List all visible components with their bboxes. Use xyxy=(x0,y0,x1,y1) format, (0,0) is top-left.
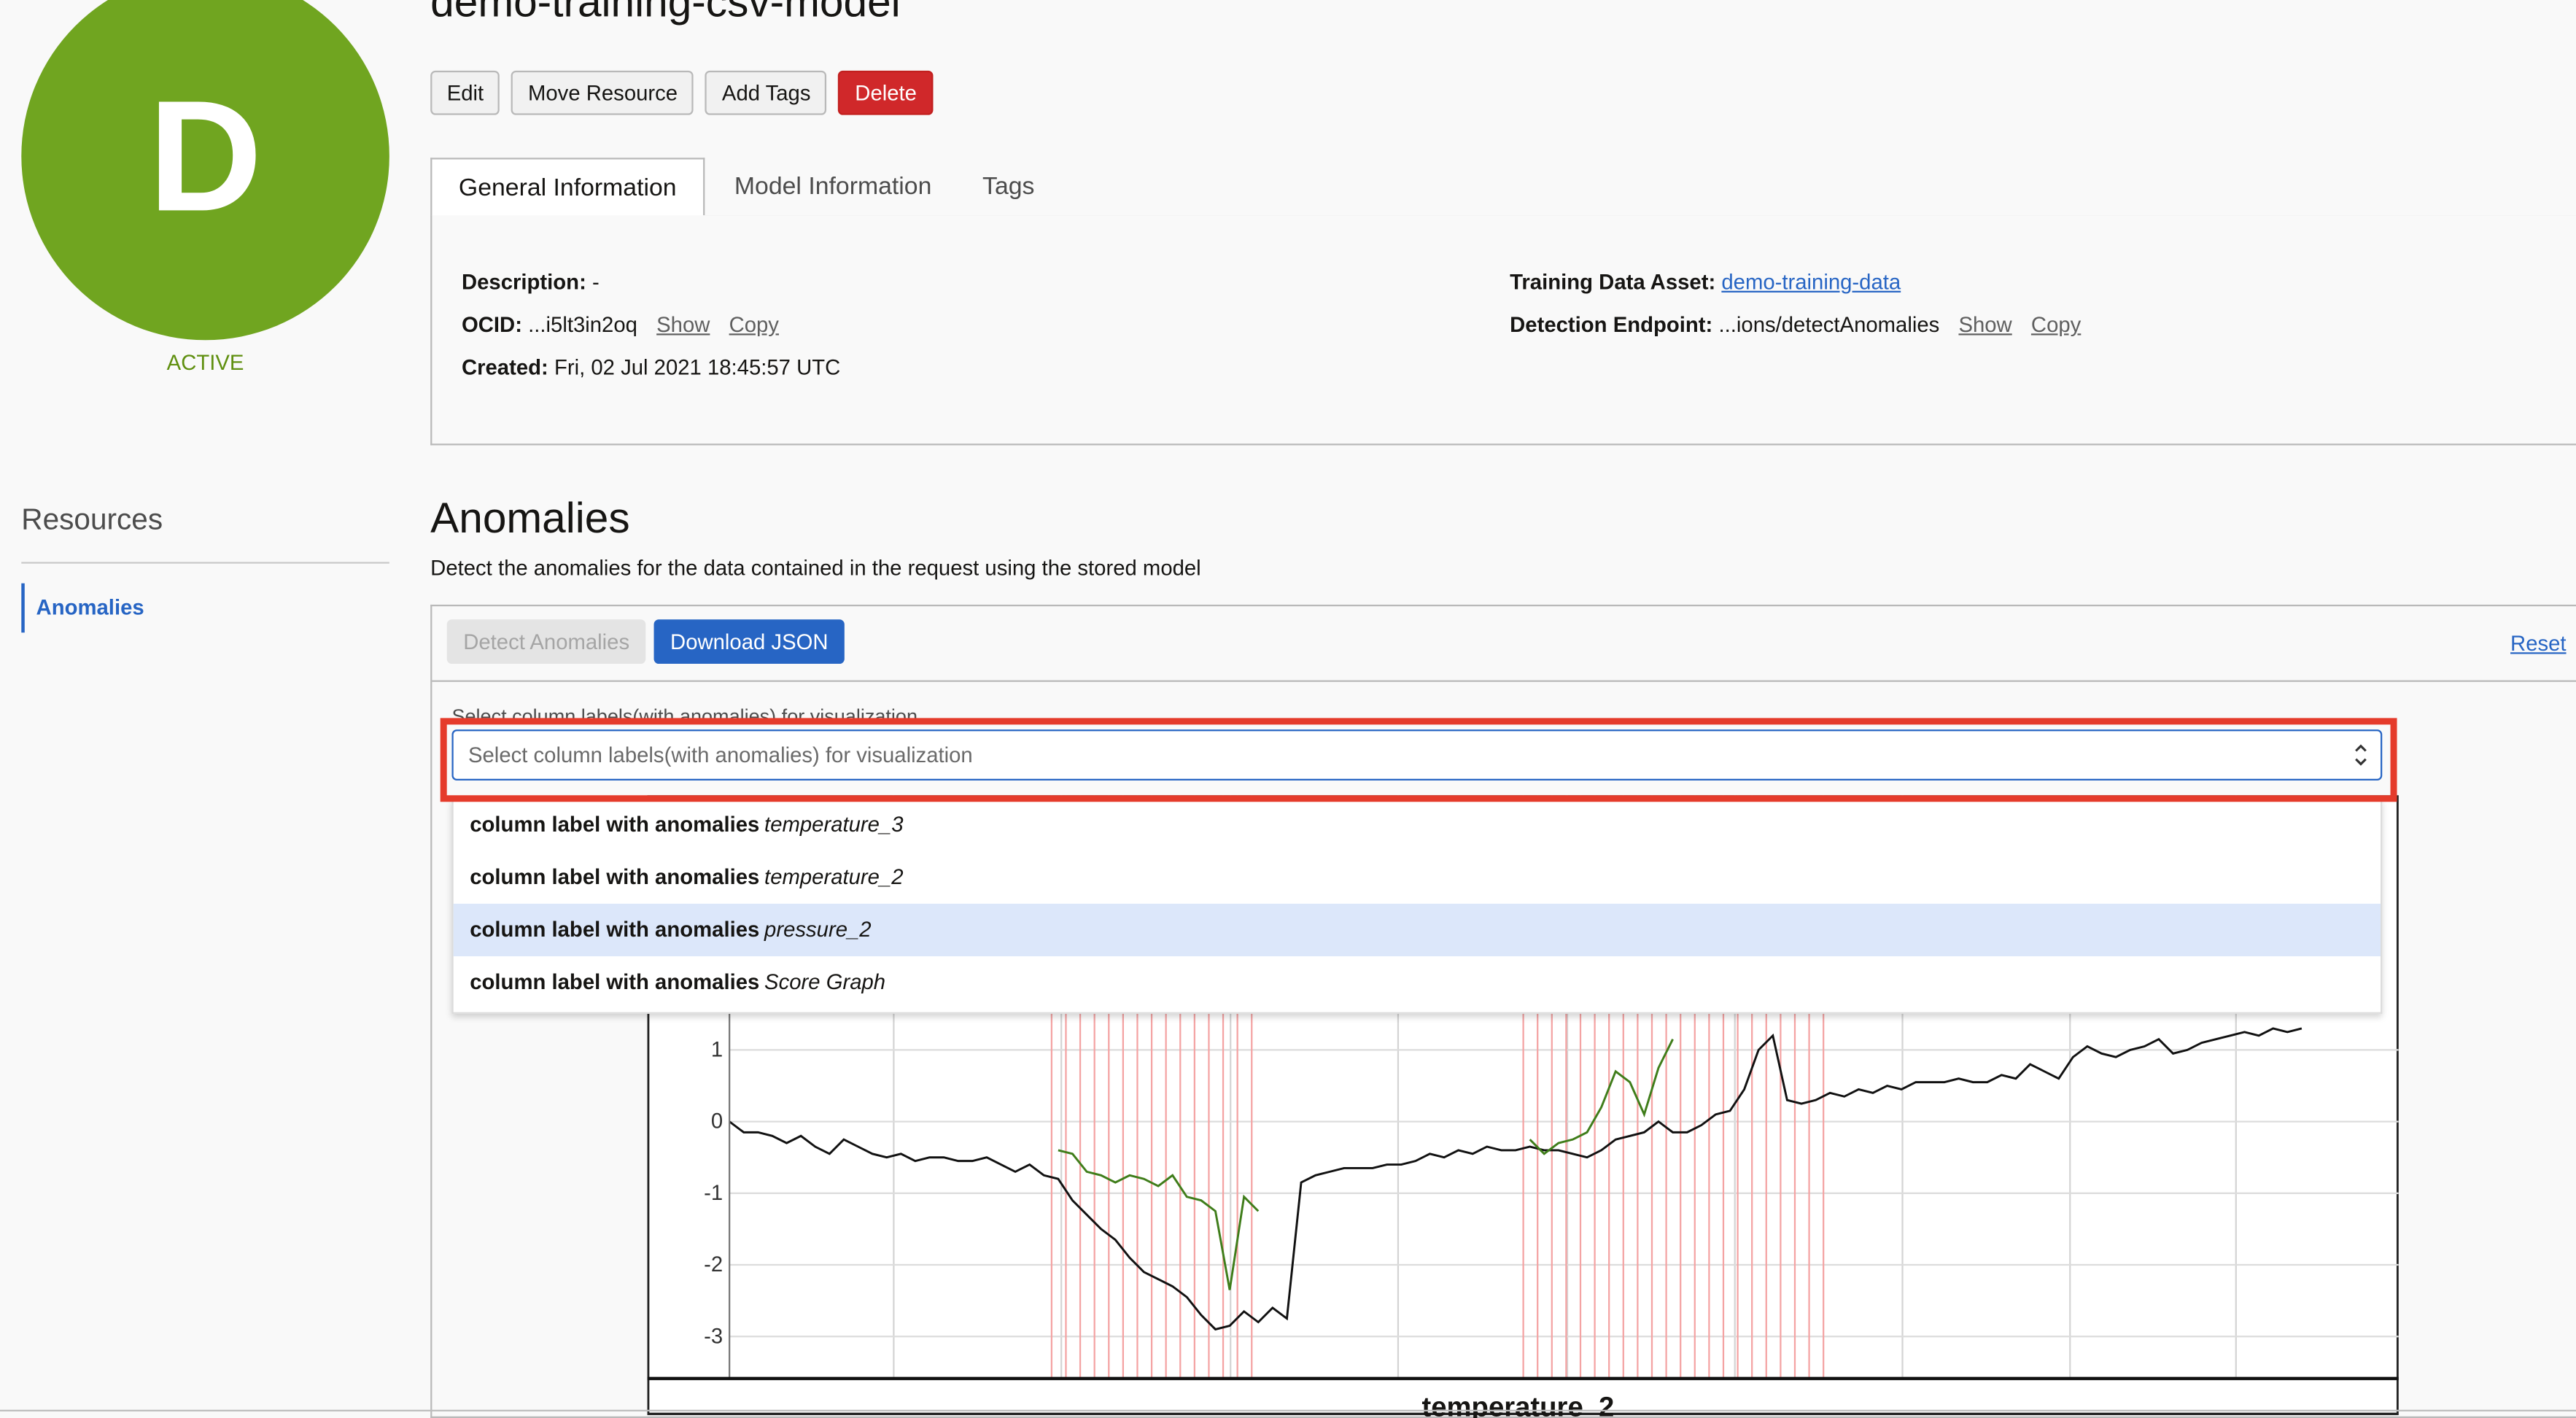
dropdown-option-temperature-2[interactable]: column label with anomalies temperature_2 xyxy=(454,851,2381,904)
tab-general-information[interactable]: General Information xyxy=(430,158,705,217)
ocid-value: ...i5lt3in2oq xyxy=(528,311,637,337)
detect-anomalies-button[interactable]: Detect Anomalies xyxy=(446,619,646,665)
endpoint-value: ...ions/detectAnomalies xyxy=(1718,311,1940,337)
created-value: Fri, 02 Jul 2021 18:45:57 UTC xyxy=(554,354,841,380)
column-label-dropdown: column label with anomalies temperature_3… xyxy=(451,798,2383,1014)
ocid-show-link[interactable]: Show xyxy=(656,312,710,337)
add-tags-button[interactable]: Add Tags xyxy=(705,70,828,115)
option-name: Score Graph xyxy=(764,969,886,994)
app-canvas: D ACTIVE demo-training-csv-model Edit Mo… xyxy=(0,0,2576,1418)
anomalies-description: Detect the anomalies for the data contai… xyxy=(430,555,1201,581)
y-tick-label: -2 xyxy=(704,1252,723,1276)
option-prefix: column label with anomalies xyxy=(470,864,760,889)
move-resource-button[interactable]: Move Resource xyxy=(511,70,694,115)
option-prefix: column label with anomalies xyxy=(470,811,760,837)
action-bar: Edit Move Resource Add Tags Delete xyxy=(430,70,934,115)
dropdown-option-temperature-3[interactable]: column label with anomalies temperature_3 xyxy=(454,799,2381,851)
sidebar-divider xyxy=(21,562,389,564)
tab-model-information[interactable]: Model Information xyxy=(734,158,931,215)
general-information-panel: Description: - OCID: ...i5lt3in2oq Show … xyxy=(430,215,2576,446)
sidebar-item-anomalies[interactable]: Anomalies xyxy=(21,583,144,633)
dropdown-option-score-graph[interactable]: column label with anomalies Score Graph xyxy=(454,956,2381,1009)
tab-tags[interactable]: Tags xyxy=(982,158,1034,215)
option-prefix: column label with anomalies xyxy=(470,916,760,942)
page-title: demo-training-csv-model xyxy=(430,0,901,27)
edit-button[interactable]: Edit xyxy=(430,70,500,115)
endpoint-copy-link[interactable]: Copy xyxy=(2031,312,2081,337)
dropdown-option-pressure-2[interactable]: column label with anomalies pressure_2 xyxy=(453,903,2381,957)
training-asset-label: Training Data Asset: xyxy=(1510,269,1716,295)
description-row: Description: - xyxy=(462,269,600,294)
y-tick-label: 0 xyxy=(711,1109,723,1134)
endpoint-show-link[interactable]: Show xyxy=(1958,312,2011,337)
status-badge: ACTIVE xyxy=(166,349,244,375)
y-tick-label: -3 xyxy=(704,1324,723,1348)
download-json-button[interactable]: Download JSON xyxy=(653,619,845,665)
highlight-frame xyxy=(440,718,2397,802)
ocid-label: OCID: xyxy=(461,311,522,337)
reset-link[interactable]: Reset xyxy=(2510,631,2567,656)
avatar-letter: D xyxy=(148,69,263,245)
y-tick-label: -1 xyxy=(704,1181,723,1205)
endpoint-row: Detection Endpoint: ...ions/detectAnomal… xyxy=(1510,312,2081,337)
endpoint-label: Detection Endpoint: xyxy=(1510,311,1713,337)
chart-title: temperature_2 xyxy=(1421,1392,1614,1418)
resources-heading: Resources xyxy=(21,503,163,536)
option-name: pressure_2 xyxy=(764,916,872,942)
resource-avatar: D xyxy=(21,0,389,341)
bottom-divider xyxy=(0,1409,2576,1411)
training-asset-link[interactable]: demo-training-data xyxy=(1721,269,1901,294)
training-asset-row: Training Data Asset: demo-training-data xyxy=(1510,269,1901,294)
ocid-copy-link[interactable]: Copy xyxy=(729,312,779,337)
anomalies-title: Anomalies xyxy=(430,492,630,543)
created-label: Created: xyxy=(461,354,548,380)
delete-button[interactable]: Delete xyxy=(838,70,934,115)
ocid-row: OCID: ...i5lt3in2oq Show Copy xyxy=(462,312,779,337)
created-row: Created: Fri, 02 Jul 2021 18:45:57 UTC xyxy=(462,355,840,380)
option-name: temperature_2 xyxy=(764,864,904,889)
description-value: - xyxy=(591,269,600,295)
tab-bar: General Information Model Information Ta… xyxy=(430,158,2576,217)
y-tick-label: 1 xyxy=(711,1037,723,1061)
anomalies-toolbar: Detect Anomalies Download JSON Reset xyxy=(432,606,2576,682)
option-name: temperature_3 xyxy=(764,811,904,837)
description-label: Description: xyxy=(461,269,586,295)
option-prefix: column label with anomalies xyxy=(470,969,760,994)
